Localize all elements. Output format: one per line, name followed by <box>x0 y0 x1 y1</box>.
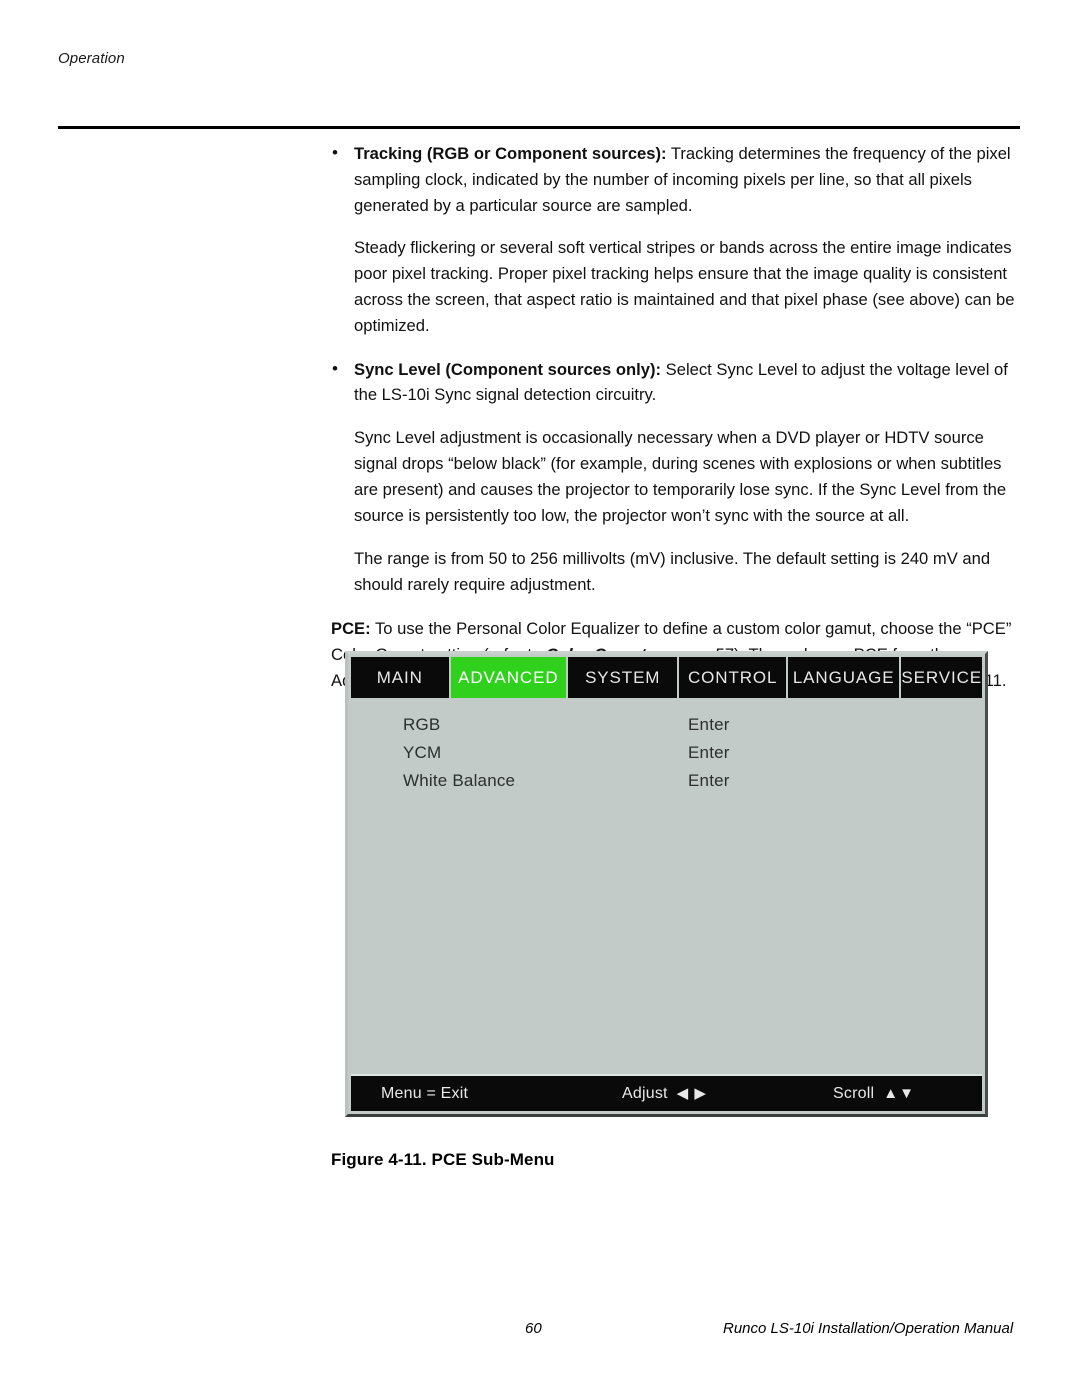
bullet-icon: • <box>332 143 338 162</box>
bullet-icon: • <box>332 358 338 378</box>
menu-item-white-balance-label: White Balance <box>403 771 516 790</box>
paragraph-sync-level-detail: Sync Level adjustment is occasionally ne… <box>331 425 1025 528</box>
status-adjust: Adjust ◀ ▶ <box>622 1076 707 1111</box>
paragraph-sync-level-range: The range is from 50 to 256 millivolts (… <box>331 546 1025 598</box>
osd-tab-bar: MAIN ADVANCED SYSTEM CONTROL LANGUAGE SE… <box>351 657 983 698</box>
paragraph-tracking-detail: Steady flickering or several soft vertic… <box>331 235 1025 338</box>
text-tracking-detail: Steady flickering or several soft vertic… <box>354 238 1015 335</box>
text-sync-level-detail: Sync Level adjustment is occasionally ne… <box>354 428 1007 525</box>
term-tracking: Tracking (RGB or Component sources): <box>354 144 667 163</box>
menu-item-ycm[interactable]: YCM Enter <box>351 739 982 767</box>
status-scroll-label: Scroll <box>833 1084 875 1102</box>
menu-item-ycm-value[interactable]: Enter <box>688 743 808 763</box>
status-exit-label: Menu = Exit <box>381 1084 469 1102</box>
manual-title: Runco LS-10i Installation/Operation Manu… <box>723 1320 1014 1337</box>
status-scroll: Scroll ▲▼ <box>833 1076 915 1111</box>
menu-item-white-balance-value[interactable]: Enter <box>688 771 808 791</box>
term-pce: PCE: <box>331 618 371 638</box>
tab-service[interactable]: SERVICE <box>901 657 983 698</box>
osd-status-bar: Menu = Exit Adjust ◀ ▶ Scroll ▲▼ <box>351 1074 982 1111</box>
menu-item-ycm-label: YCM <box>403 743 442 762</box>
term-sync-level: Sync Level (Component sources only): <box>354 359 662 379</box>
status-adjust-label: Adjust <box>622 1084 668 1102</box>
paragraph-sync-level: • Sync Level (Component sources only): Se… <box>331 357 1025 409</box>
menu-item-rgb[interactable]: RGB Enter <box>351 711 982 739</box>
document-body: • Tracking (RGB or Component sources): Tr… <box>331 141 1025 707</box>
tab-advanced[interactable]: ADVANCED <box>450 657 568 698</box>
tab-main[interactable]: MAIN <box>351 657 451 698</box>
tab-system[interactable]: SYSTEM <box>568 657 680 698</box>
menu-item-rgb-value[interactable]: Enter <box>688 715 808 735</box>
tab-control[interactable]: CONTROL <box>679 657 788 698</box>
osd-inner-frame: MAIN ADVANCED SYSTEM CONTROL LANGUAGE SE… <box>351 657 983 1111</box>
page-number: 60 <box>525 1320 542 1337</box>
status-exit: Menu = Exit <box>381 1076 468 1111</box>
menu-item-rgb-label: RGB <box>403 715 441 734</box>
header-divider <box>58 126 1020 129</box>
up-down-arrow-icon: ▲▼ <box>883 1085 915 1102</box>
paragraph-tracking: • Tracking (RGB or Component sources): Tr… <box>331 141 1025 218</box>
running-header: Operation <box>58 50 125 67</box>
tab-language[interactable]: LANGUAGE <box>787 657 902 698</box>
figure-pce-sub-menu: MAIN ADVANCED SYSTEM CONTROL LANGUAGE SE… <box>345 651 988 1119</box>
osd-window: MAIN ADVANCED SYSTEM CONTROL LANGUAGE SE… <box>345 651 988 1117</box>
figure-caption: Figure 4-11. PCE Sub-Menu <box>331 1150 555 1169</box>
osd-menu-list: RGB Enter YCM Enter White Balance Enter <box>351 698 982 1074</box>
left-right-arrow-icon: ◀ ▶ <box>676 1085 707 1102</box>
text-sync-level-range: The range is from 50 to 256 millivolts (… <box>354 549 991 595</box>
menu-item-white-balance[interactable]: White Balance Enter <box>351 767 982 795</box>
